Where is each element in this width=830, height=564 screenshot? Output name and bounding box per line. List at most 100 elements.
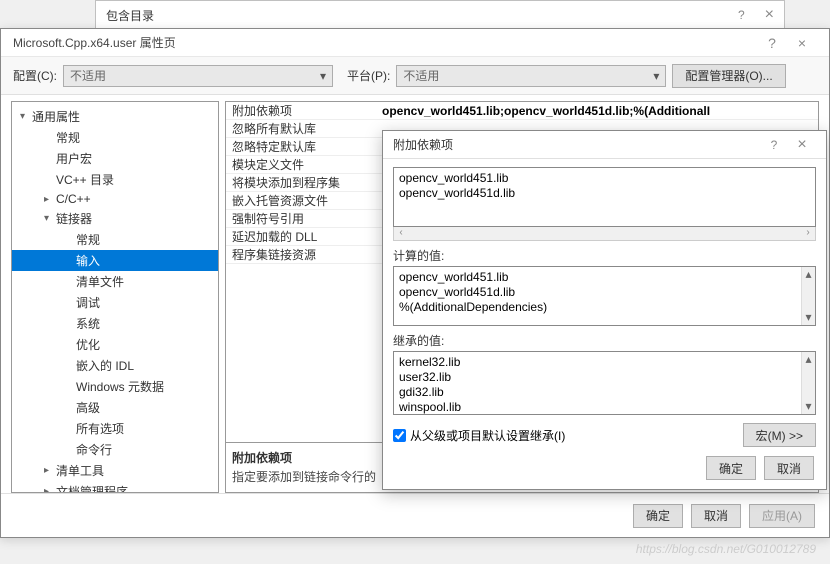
tree-item[interactable]: 高级 <box>12 397 218 418</box>
scroll-left-icon[interactable]: ‹ <box>394 227 408 240</box>
vertical-scrollbar[interactable]: ▴▾ <box>801 352 815 414</box>
tree-item[interactable]: 输入 <box>12 250 218 271</box>
sub-cancel-button[interactable]: 取消 <box>764 456 814 480</box>
tree-item-label: 所有选项 <box>76 420 124 437</box>
sub-title: 附加依赖项 <box>393 136 760 153</box>
property-row[interactable]: 附加依赖项opencv_world451.lib;opencv_world451… <box>226 102 818 120</box>
property-name: 将模块添加到程序集 <box>226 174 376 191</box>
property-name: 延迟加载的 DLL <box>226 228 376 245</box>
horizontal-scrollbar[interactable]: ‹ › <box>393 227 816 241</box>
property-name: 强制符号引用 <box>226 210 376 227</box>
watermark: https://blog.csdn.net/G010012789 <box>636 542 816 556</box>
inherit-checkbox[interactable] <box>393 429 406 442</box>
config-dropdown[interactable]: 不适用 <box>63 65 333 87</box>
bg-title: 包含目录 <box>106 7 154 24</box>
tree-item[interactable]: VC++ 目录 <box>12 169 218 190</box>
property-value: opencv_world451.lib;opencv_world451d.lib… <box>376 104 818 118</box>
tree-item[interactable]: 用户宏 <box>12 148 218 169</box>
background-dialog: 包含目录 ? × <box>95 0 785 30</box>
platform-label: 平台(P): <box>347 67 390 84</box>
tree-item-label: 系统 <box>76 315 100 332</box>
tree-item-label: 优化 <box>76 336 100 353</box>
tree-item[interactable]: ▸C/C++ <box>12 190 218 208</box>
config-manager-button[interactable]: 配置管理器(O)... <box>672 64 785 88</box>
property-name: 模块定义文件 <box>226 156 376 173</box>
inherited-values-box: kernel32.libuser32.libgdi32.libwinspool.… <box>393 351 816 415</box>
additional-deps-dialog: 附加依赖项 ? × opencv_world451.libopencv_worl… <box>382 130 827 490</box>
tree-item[interactable]: 命令行 <box>12 439 218 460</box>
tree-item-label: 常规 <box>76 231 100 248</box>
tree-arrow-icon: ▸ <box>44 465 56 476</box>
inherited-line: user32.lib <box>399 370 810 385</box>
tree-item[interactable]: 所有选项 <box>12 418 218 439</box>
tree-item[interactable]: 系统 <box>12 313 218 334</box>
window-title: Microsoft.Cpp.x64.user 属性页 <box>13 34 757 51</box>
tree-item[interactable]: 优化 <box>12 334 218 355</box>
tree-arrow-icon: ▸ <box>44 486 56 493</box>
macro-button[interactable]: 宏(M) >> <box>743 423 816 447</box>
tree-item-label: 通用属性 <box>32 108 80 125</box>
tree-item[interactable]: 常规 <box>12 229 218 250</box>
inherited-line: kernel32.lib <box>399 355 810 370</box>
computed-values-box: opencv_world451.libopencv_world451d.lib%… <box>393 266 816 326</box>
computed-line: %(AdditionalDependencies) <box>399 300 810 315</box>
tree-item[interactable]: ▾通用属性 <box>12 106 218 127</box>
close-icon[interactable]: × <box>787 35 817 51</box>
config-row: 配置(C): 不适用 平台(P): 不适用 配置管理器(O)... <box>1 57 829 95</box>
tree-item-label: 链接器 <box>56 210 92 227</box>
scroll-right-icon[interactable]: › <box>801 227 815 240</box>
tree-item-label: 调试 <box>76 294 100 311</box>
platform-dropdown[interactable]: 不适用 <box>396 65 666 87</box>
tree-item[interactable]: 常规 <box>12 127 218 148</box>
bg-help-icon[interactable]: ? <box>738 8 745 22</box>
sub-help-button[interactable]: ? <box>760 138 788 152</box>
dialog-button-row: 确定 取消 应用(A) <box>1 493 829 537</box>
tree-item-label: 输入 <box>76 252 100 269</box>
apply-button[interactable]: 应用(A) <box>749 504 815 528</box>
tree-item[interactable]: ▸文档管理程序 <box>12 481 218 493</box>
ok-button[interactable]: 确定 <box>633 504 683 528</box>
tree-item-label: VC++ 目录 <box>56 171 114 188</box>
tree-item[interactable]: 嵌入的 IDL <box>12 355 218 376</box>
tree-arrow-icon: ▾ <box>20 111 32 122</box>
tree-item-label: Windows 元数据 <box>76 378 164 395</box>
tree-arrow-icon: ▾ <box>44 213 56 224</box>
property-name: 忽略所有默认库 <box>226 120 376 137</box>
computed-label: 计算的值: <box>393 247 816 264</box>
tree-item-label: 命令行 <box>76 441 112 458</box>
tree-item-label: C/C++ <box>56 192 91 206</box>
property-name: 忽略特定默认库 <box>226 138 376 155</box>
edit-line: opencv_world451d.lib <box>399 186 810 201</box>
cancel-button[interactable]: 取消 <box>691 504 741 528</box>
property-name: 嵌入托管资源文件 <box>226 192 376 209</box>
bg-close-icon[interactable]: × <box>765 6 774 24</box>
vertical-scrollbar[interactable]: ▴▾ <box>801 267 815 325</box>
property-name: 程序集链接资源 <box>226 246 376 263</box>
deps-edit-textarea[interactable]: opencv_world451.libopencv_world451d.lib <box>393 167 816 227</box>
edit-line: opencv_world451.lib <box>399 171 810 186</box>
titlebar: Microsoft.Cpp.x64.user 属性页 ? × <box>1 29 829 57</box>
help-button[interactable]: ? <box>757 35 787 51</box>
tree-item[interactable]: ▸清单工具 <box>12 460 218 481</box>
sub-close-icon[interactable]: × <box>788 136 816 154</box>
tree-item-label: 清单文件 <box>76 273 124 290</box>
tree-item[interactable]: 调试 <box>12 292 218 313</box>
sub-titlebar: 附加依赖项 ? × <box>383 131 826 159</box>
tree-item[interactable]: Windows 元数据 <box>12 376 218 397</box>
inherit-checkbox-label: 从父级或项目默认设置继承(I) <box>410 427 565 444</box>
tree-item[interactable]: ▾链接器 <box>12 208 218 229</box>
tree-item-label: 文档管理程序 <box>56 483 128 493</box>
tree-item-label: 高级 <box>76 399 100 416</box>
sub-button-row: 确定 取消 <box>383 447 826 489</box>
property-name: 附加依赖项 <box>226 102 376 119</box>
tree-item-label: 嵌入的 IDL <box>76 357 134 374</box>
tree-item-label: 清单工具 <box>56 462 104 479</box>
tree-item[interactable]: 清单文件 <box>12 271 218 292</box>
inherited-label: 继承的值: <box>393 332 816 349</box>
tree-item-label: 用户宏 <box>56 150 92 167</box>
sub-ok-button[interactable]: 确定 <box>706 456 756 480</box>
category-tree[interactable]: ▾通用属性常规用户宏VC++ 目录▸C/C++▾链接器常规输入清单文件调试系统优… <box>11 101 219 493</box>
computed-line: opencv_world451.lib <box>399 270 810 285</box>
tree-item-label: 常规 <box>56 129 80 146</box>
inherited-line: winspool.lib <box>399 400 810 415</box>
